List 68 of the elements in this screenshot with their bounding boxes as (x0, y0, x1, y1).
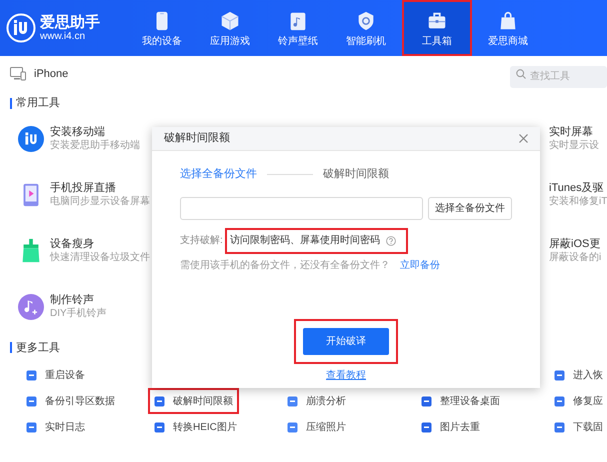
tool-description: 实时显示设 (549, 140, 600, 150)
dialog-title: 破解时间限额 (164, 130, 230, 146)
phone-app-icon[interactable] (18, 126, 44, 152)
tool-label[interactable]: 整理设备桌面 (440, 394, 500, 408)
tool-label[interactable]: 压缩照片 (306, 420, 346, 434)
tool-icon[interactable] (554, 422, 565, 432)
browse-button[interactable]: 选择全备份文件 (428, 196, 512, 220)
tool-title[interactable]: 安装移动端 (50, 126, 140, 138)
tool-icon[interactable] (26, 396, 37, 406)
step-label: 破解时间限额 (323, 166, 389, 182)
tutorial-link[interactable]: 查看教程 (326, 368, 366, 382)
tool-icon[interactable] (287, 396, 298, 406)
tool-label[interactable]: 实时日志 (45, 420, 85, 434)
tool-icon[interactable] (421, 396, 432, 406)
tool-description: 安装和修复iT (549, 196, 607, 206)
backup-link[interactable]: 立即备份 (400, 258, 440, 272)
file-path-field[interactable] (180, 196, 423, 220)
nav-tab[interactable]: 工具箱 (402, 0, 472, 56)
section-title: 常用工具 (16, 96, 60, 111)
tool-icon[interactable] (554, 396, 565, 406)
app-title: 爱思助手 (40, 14, 100, 30)
hint-text: 需使用该手机的备份文件，还没有全备份文件？ (180, 258, 390, 272)
tool-description: 安装爱思助手移动端 (50, 140, 140, 150)
device-name: iPhone (34, 66, 68, 82)
cube-icon (219, 10, 241, 32)
tool-description: 电脑同步显示设备屏幕 (50, 196, 150, 206)
music-note-icon[interactable] (18, 294, 44, 320)
section-title: 更多工具 (16, 340, 60, 356)
tool-icon[interactable] (26, 370, 37, 380)
tool-label[interactable]: 重启设备 (45, 368, 85, 382)
help-icon[interactable] (386, 236, 396, 246)
tool-icon[interactable] (554, 370, 565, 380)
support-label: 支持破解: (180, 234, 223, 248)
nav-tab[interactable]: 应用游戏 (196, 0, 264, 56)
supported-types-text: 访问限制密码、屏幕使用时间密码 (230, 234, 380, 248)
tool-description: 屏蔽设备的i (549, 252, 602, 262)
tool-label[interactable]: 图片去重 (440, 420, 480, 434)
tool-title[interactable]: 手机投屏直播 (50, 182, 150, 194)
tool-label[interactable]: 修复应 (573, 394, 603, 408)
tool-icon[interactable] (26, 422, 37, 432)
tool-description: 快速清理设备垃圾文件 (50, 252, 150, 262)
logo-icon (6, 13, 36, 43)
nav-tab[interactable]: 爱思商城 (474, 0, 542, 56)
search-field[interactable]: 查找工具 (510, 66, 607, 88)
nav-tab[interactable]: 铃声壁纸 (264, 0, 332, 56)
tool-description: DIY手机铃声 (50, 308, 107, 318)
close-icon[interactable] (519, 134, 528, 143)
start-button[interactable]: 开始破译 (303, 328, 389, 354)
nav-tab[interactable]: 我的设备 (128, 0, 196, 56)
tool-label[interactable]: 转换HEIC图片 (173, 420, 237, 434)
step-label: 选择全备份文件 (180, 166, 257, 182)
tool-label[interactable]: 进入恢 (573, 368, 603, 382)
tool-title[interactable]: 设备瘦身 (50, 238, 150, 250)
tool-title[interactable]: 制作铃声 (50, 294, 107, 306)
nav-tab[interactable]: 智能刷机 (332, 0, 400, 56)
tool-icon[interactable] (154, 422, 165, 432)
tool-label[interactable]: 下载固 (573, 420, 603, 434)
tool-label[interactable]: 崩溃分析 (306, 394, 346, 408)
tool-icon[interactable] (421, 422, 432, 432)
tool-icon[interactable] (287, 422, 298, 432)
website-url: www.i4.cn (40, 32, 86, 42)
computer-icon (10, 67, 26, 81)
tool-title[interactable]: 屏蔽iOS更 (549, 238, 607, 250)
tool-title[interactable]: 实时屏幕 (549, 126, 607, 138)
tool-title[interactable]: iTunes及驱 (549, 182, 607, 194)
tool-label[interactable]: 破解时间限额 (173, 394, 233, 408)
tool-icon[interactable] (154, 396, 165, 406)
tool-label[interactable]: 备份引导区数据 (45, 394, 115, 408)
